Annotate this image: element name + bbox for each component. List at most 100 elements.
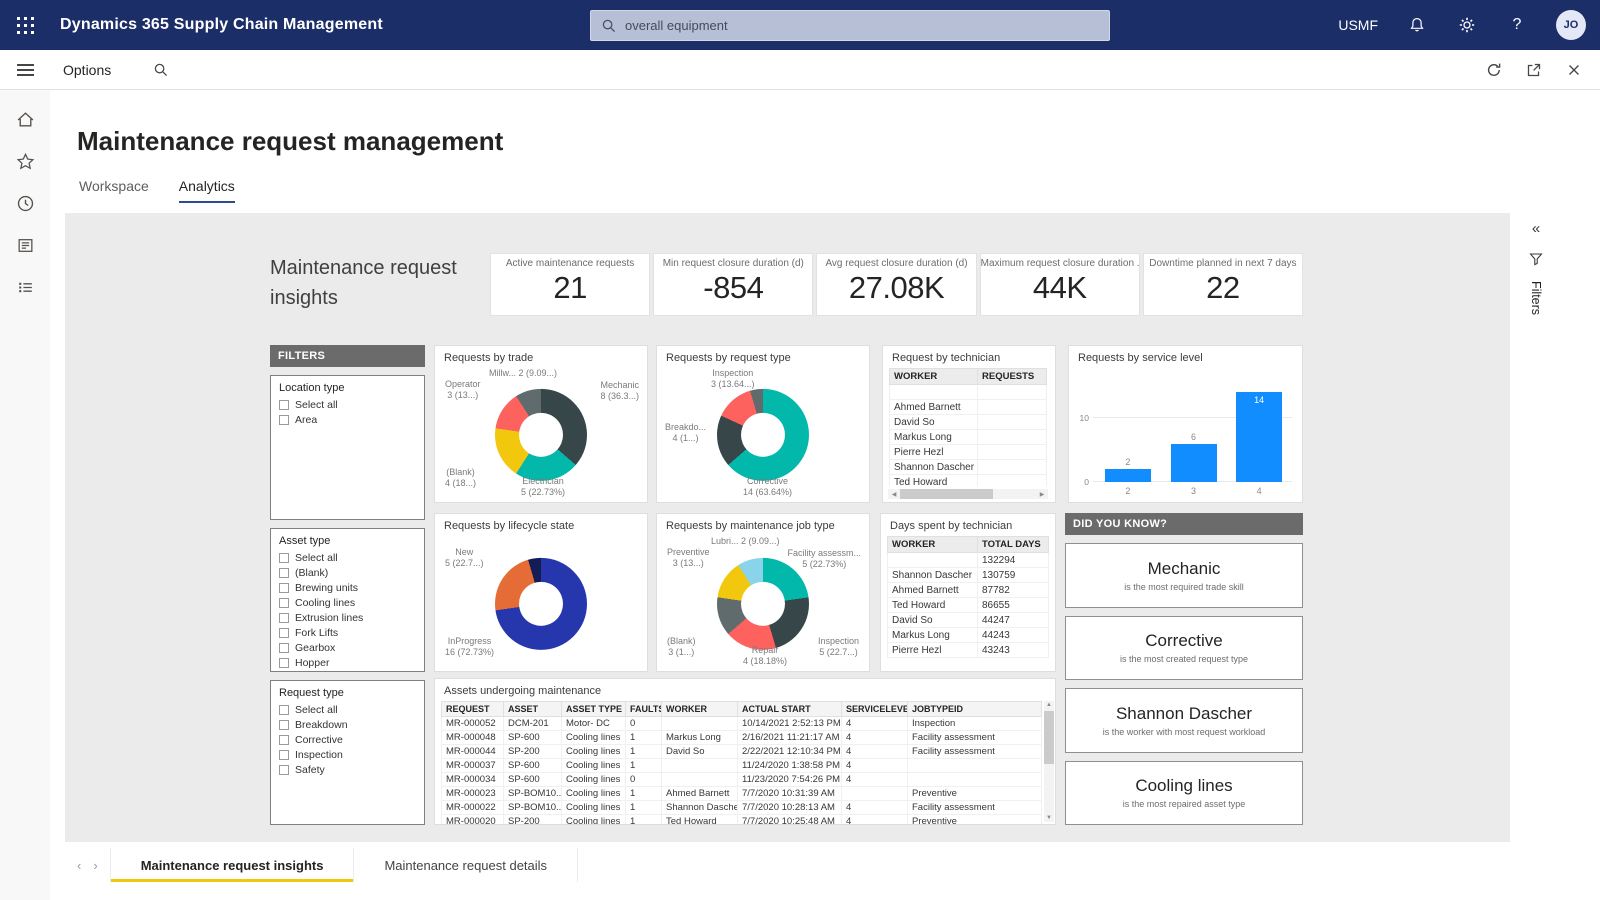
filter-option-fork-lifts[interactable]: Fork Lifts [279, 627, 416, 639]
filter-option-select-all[interactable]: Select all [279, 399, 416, 411]
global-search-box[interactable] [590, 10, 1110, 41]
nav-favorites-button[interactable] [8, 144, 42, 178]
filter-option-blank[interactable]: (Blank) [279, 567, 416, 579]
scroll-up-icon[interactable]: ▲ [1044, 702, 1054, 708]
column-header-asset-type[interactable]: ASSET TYPE [561, 701, 626, 717]
nav-menu-toggle-button[interactable] [0, 61, 50, 79]
checkbox[interactable] [279, 705, 289, 715]
filter-option-extrusion-lines[interactable]: Extrusion lines [279, 612, 416, 624]
filter-option-cooling-lines[interactable]: Cooling lines [279, 597, 416, 609]
page-prev-button[interactable]: ‹ [77, 858, 81, 873]
nav-home-button[interactable] [8, 102, 42, 136]
table-row[interactable]: David So [889, 414, 1047, 430]
horizontal-scrollbar[interactable]: ◀ ▶ [888, 489, 1048, 499]
tab-workspace[interactable]: Workspace [79, 178, 149, 203]
table-row[interactable]: MR-000020 SP-200 Cooling lines 1 Ted Howard 7… [441, 814, 1042, 824]
column-header-worker[interactable]: WORKER [889, 368, 978, 385]
table-row[interactable]: MR-000023 SP-BOM10... Cooling lines 1 Ahmed … [441, 786, 1042, 801]
column-header-worker[interactable]: WORKER [661, 701, 738, 717]
scroll-down-icon[interactable]: ▼ [1044, 815, 1054, 821]
command-search-button[interactable] [153, 62, 169, 78]
checkbox[interactable] [279, 415, 289, 425]
column-header-asset[interactable]: ASSET [503, 701, 562, 717]
scrollbar-thumb[interactable] [1044, 711, 1054, 765]
settings-button[interactable] [1456, 14, 1478, 36]
checkbox[interactable] [279, 765, 289, 775]
report-page-tab-maintenance-request-insights[interactable]: Maintenance request insights [109, 848, 355, 882]
account-avatar[interactable]: JO [1556, 10, 1586, 40]
checkbox[interactable] [279, 400, 289, 410]
checkbox[interactable] [279, 598, 289, 608]
card-days-spent-by-technician[interactable]: Days spent by technician WORKER TOTAL DAY… [880, 513, 1056, 672]
bar[interactable] [1236, 392, 1283, 482]
table-row[interactable]: Ted Howard [889, 474, 1047, 486]
card-request-by-technician[interactable]: Request by technician WORKER REQUESTS Ahm… [882, 345, 1056, 503]
nav-recent-button[interactable] [8, 186, 42, 220]
column-header-servicelevel[interactable]: SERVICELEVEL [841, 701, 908, 717]
filter-option-inspection[interactable]: Inspection [279, 749, 416, 761]
column-header-total-days[interactable]: TOTAL DAYS [977, 536, 1049, 553]
options-menu[interactable]: Options [63, 62, 111, 78]
nav-modules-button[interactable] [8, 270, 42, 304]
column-header-actual-start[interactable]: ACTUAL START [737, 701, 842, 717]
table-row[interactable] [889, 384, 1047, 400]
bar[interactable] [1104, 469, 1151, 482]
card-assets-undergoing-maintenance[interactable]: Assets undergoing maintenance REQUEST ASS… [434, 678, 1056, 825]
help-button[interactable]: ? [1506, 14, 1528, 36]
checkbox[interactable] [279, 720, 289, 730]
table-row[interactable]: 132294 [887, 552, 1049, 568]
checkbox[interactable] [279, 613, 289, 623]
card-requests-by-request-type[interactable]: Requests by request type Corrective 14 (6… [656, 345, 870, 503]
checkbox[interactable] [279, 658, 289, 668]
filter-option-hopper[interactable]: Hopper [279, 657, 416, 669]
refresh-button[interactable] [1484, 60, 1504, 80]
filter-option-select-all[interactable]: Select all [279, 704, 416, 716]
column-header-worker[interactable]: WORKER [887, 536, 978, 553]
checkbox[interactable] [279, 643, 289, 653]
bar[interactable] [1170, 443, 1217, 482]
filter-option-corrective[interactable]: Corrective [279, 734, 416, 746]
checkbox[interactable] [279, 735, 289, 745]
table-row[interactable]: Pierre Hezl [889, 444, 1047, 460]
card-requests-by-trade[interactable]: Requests by trade Mechanic 8 (36.3...) Ele… [434, 345, 648, 503]
card-requests-by-lifecycle-state[interactable]: Requests by lifecycle state InProgress 16… [434, 513, 648, 672]
tab-analytics[interactable]: Analytics [178, 178, 235, 203]
table-row[interactable]: Markus Long [889, 429, 1047, 445]
app-launcher-button[interactable] [0, 0, 50, 50]
scroll-left-icon[interactable]: ◀ [888, 491, 900, 498]
table-row[interactable]: MR-000034 SP-600 Cooling lines 0 11/23/2020… [441, 772, 1042, 787]
filter-option-select-all[interactable]: Select all [279, 552, 416, 564]
close-button[interactable] [1564, 60, 1584, 80]
filter-option-breakdown[interactable]: Breakdown [279, 719, 416, 731]
filter-option-area[interactable]: Area [279, 414, 416, 426]
checkbox[interactable] [279, 750, 289, 760]
kpi-card-downtime-planned-in-next-7-days[interactable]: Downtime planned in next 7 days 22 [1142, 253, 1304, 316]
table-row[interactable]: Ahmed Barnett 87782 [887, 582, 1049, 598]
card-requests-by-maintenance-job-type[interactable]: Requests by maintenance job type Facilit… [656, 513, 870, 672]
column-header-jobtypeid[interactable]: JOBTYPEID [907, 701, 1042, 717]
table-row[interactable]: Ahmed Barnett [889, 399, 1047, 415]
nav-workspaces-button[interactable] [8, 228, 42, 262]
filter-option-brewing-units[interactable]: Brewing units [279, 582, 416, 594]
table-row[interactable]: MR-000052 DCM-201 Motor- DC 0 10/14/2021 2:… [441, 716, 1042, 731]
table-row[interactable]: MR-000022 SP-BOM10... Cooling lines 1 Shanno… [441, 800, 1042, 815]
table-row[interactable]: MR-000048 SP-600 Cooling lines 1 Markus Long… [441, 730, 1042, 745]
table-row[interactable]: David So 44247 [887, 612, 1049, 628]
card-requests-by-service-level[interactable]: Requests by service level 0 10 2 2 6 3 14 4 [1068, 345, 1303, 503]
table-row[interactable]: MR-000037 SP-600 Cooling lines 1 11/24/2020… [441, 758, 1042, 773]
filter-option-gearbox[interactable]: Gearbox [279, 642, 416, 654]
filters-funnel-icon[interactable] [1528, 251, 1544, 267]
vertical-scrollbar[interactable]: ▲ ▼ [1044, 701, 1054, 822]
column-header-requests[interactable]: REQUESTS [977, 368, 1047, 385]
table-row[interactable]: Pierre Hezl 43243 [887, 642, 1049, 658]
report-page-tab-maintenance-request-details[interactable]: Maintenance request details [354, 848, 579, 882]
checkbox[interactable] [279, 583, 289, 593]
search-input[interactable] [625, 18, 1099, 33]
table-row[interactable]: Markus Long 44243 [887, 627, 1049, 643]
notifications-button[interactable] [1406, 14, 1428, 36]
checkbox[interactable] [279, 568, 289, 578]
table-row[interactable]: Shannon Dascher 130759 [887, 567, 1049, 583]
table-row[interactable]: Ted Howard 86655 [887, 597, 1049, 613]
scrollbar-thumb[interactable] [900, 489, 993, 499]
expand-filters-pane-icon[interactable]: « [1532, 220, 1540, 237]
